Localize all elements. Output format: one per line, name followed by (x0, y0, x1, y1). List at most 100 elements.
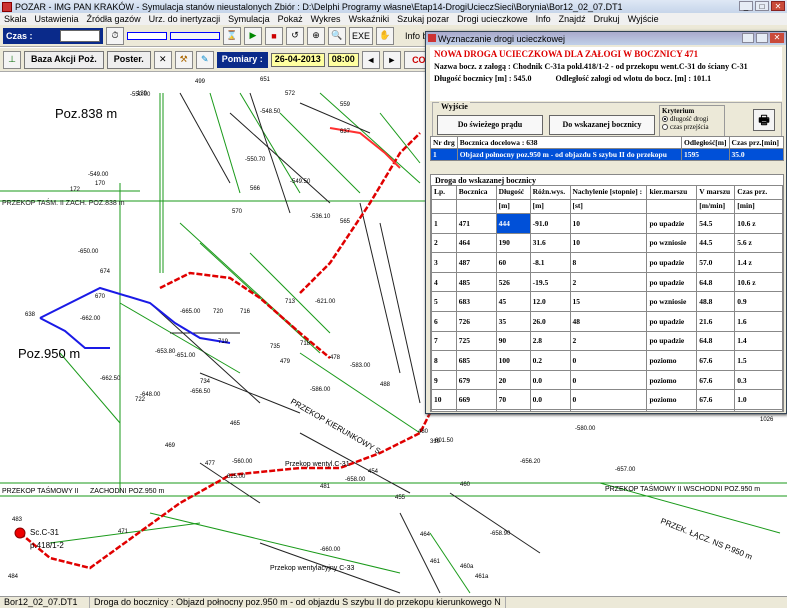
node-number[interactable]: 483 (12, 517, 23, 523)
target-branch-button[interactable]: Do wskazanej bocznicy (549, 115, 655, 135)
pin-icon[interactable]: ⊥ (3, 50, 21, 69)
menu-item-13[interactable]: Wyjście (624, 14, 663, 24)
menu-item-10[interactable]: Info (532, 14, 555, 24)
node-number[interactable]: 454 (368, 469, 379, 475)
node-number[interactable]: 460a (460, 564, 474, 570)
maximize-button[interactable]: □ (755, 1, 769, 11)
detail-row[interactable]: 10 669 70 0.0 0 poziomo 67.6 1.0 (431, 389, 783, 410)
detail-row[interactable]: 8 685 100 0.2 0 poziomo 67.6 1.5 (431, 350, 783, 371)
menu-item-0[interactable]: Skala (0, 14, 31, 24)
node-number[interactable]: 734 (200, 379, 211, 385)
hourglass-icon[interactable]: ⌛ (223, 26, 241, 45)
node-number[interactable]: 170 (95, 181, 106, 187)
dialog-close-button[interactable]: ✕ (770, 33, 784, 43)
fresh-air-button[interactable]: Do świeżego prądu (437, 115, 543, 135)
exe-button[interactable]: EXE (349, 26, 374, 45)
node-number[interactable]: 172 (70, 187, 81, 193)
node-number[interactable]: 1026 (760, 417, 774, 423)
node-number[interactable]: 570 (232, 209, 243, 215)
detail-row[interactable]: 3 487 60 -8.1 8 po upadzie 57.0 1.4 z (431, 252, 783, 273)
node-number[interactable]: 488 (380, 382, 391, 388)
node-number[interactable]: 471 (118, 529, 129, 535)
criterion-length-radio[interactable]: długość drogi (662, 115, 722, 123)
node-number[interactable]: 719 (218, 339, 229, 345)
menu-item-12[interactable]: Drukuj (590, 14, 624, 24)
node-number[interactable]: 461a (475, 574, 489, 580)
detail-row[interactable]: 1 471 444 -91.0 10 po upadzie 54.5 10.6 z (431, 213, 783, 234)
back-arrow-icon[interactable]: ◄ (361, 50, 380, 69)
poster-button[interactable]: Poster. (106, 50, 151, 69)
cross-icon[interactable]: ✕ (153, 50, 172, 69)
time-slider[interactable] (170, 31, 220, 40)
node-number[interactable]: 638 (25, 312, 36, 318)
play-icon[interactable]: ▶ (244, 26, 262, 45)
node-number[interactable]: 713 (285, 299, 296, 305)
dialog-maximize-button[interactable] (756, 33, 768, 43)
node-number[interactable]: 670 (95, 294, 106, 300)
speed-slider[interactable] (127, 31, 167, 40)
menu-item-9[interactable]: Drogi ucieczkowe (453, 14, 532, 24)
detail-row[interactable]: 6 726 35 26.0 48 po upadzie 21.6 1.6 (431, 310, 783, 332)
menu-item-2[interactable]: Źródła gazów (83, 14, 145, 24)
print-button[interactable]: 🖶 (753, 109, 775, 131)
node-number[interactable]: 469 (165, 443, 176, 449)
node-number[interactable]: 464 (420, 532, 431, 538)
menu-item-6[interactable]: Wykres (307, 14, 345, 24)
menu-item-7[interactable]: Wskaźniki (345, 14, 394, 24)
node-number[interactable]: 735 (270, 344, 281, 350)
baza-akcji-button[interactable]: Baza Akcji Poż. (24, 50, 104, 69)
node-number[interactable]: 716 (240, 309, 251, 315)
clock-icon[interactable]: ⏱ (106, 26, 124, 45)
step-icon[interactable]: ⊕ (307, 26, 325, 45)
tools-icon[interactable]: ⚒ (174, 50, 193, 69)
detail-row[interactable]: 7 725 90 2.8 2 po upadzie 64.8 1.4 (431, 330, 783, 352)
criterion-time-radio[interactable]: czas przejścia (662, 123, 722, 131)
node-number[interactable]: 559 (340, 102, 351, 108)
menu-item-5[interactable]: Pokaż (274, 14, 307, 24)
node-number[interactable]: 572 (285, 91, 296, 97)
menu-item-8[interactable]: Szukaj pozar (393, 14, 453, 24)
detail-row[interactable]: 11636150.00poziomo67.60.2 (431, 408, 783, 411)
node-number[interactable]: 566 (250, 186, 261, 192)
stop-icon[interactable]: ■ (265, 26, 283, 45)
detail-row[interactable]: 5 683 45 12.0 15 po wzniosie 48.8 0.9 (431, 291, 783, 312)
node-number[interactable]: 479 (280, 359, 291, 365)
reset-icon[interactable]: ↺ (286, 26, 304, 45)
time-field[interactable]: 08:00 (327, 52, 359, 67)
menu-item-1[interactable]: Ustawienia (31, 14, 83, 24)
node-number[interactable]: 478 (330, 355, 341, 361)
node-number[interactable]: 499 (195, 79, 206, 85)
detail-row[interactable]: 9 679 20 0.0 0 poziomo 67.6 0.3 (431, 369, 783, 391)
node-number[interactable]: 651 (260, 77, 271, 83)
node-number[interactable]: 465 (230, 421, 241, 427)
node-number[interactable]: 565 (340, 219, 351, 225)
search-icon[interactable]: 🔍 (328, 26, 346, 45)
node-number[interactable]: 461 (430, 559, 441, 565)
date-field[interactable]: 26-04-2013 (270, 52, 325, 67)
detail-row[interactable]: 4 485 526 -19.5 2 po upadzie 64.8 10.6 z (431, 271, 783, 293)
node-number[interactable]: 637 (340, 129, 351, 135)
node-number[interactable]: 481 (320, 484, 331, 490)
hand-icon[interactable]: ✋ (376, 26, 395, 45)
menu-item-3[interactable]: Urz. do inertyzacji (145, 14, 225, 24)
node-number[interactable]: 460 (460, 482, 471, 488)
summary-row[interactable]: 1 Objazd połnocny poz.950 m - od objazdu … (430, 148, 785, 161)
summary-cell: Objazd połnocny poz.950 m - od objazdu S… (456, 148, 683, 161)
menu-item-11[interactable]: Znajdź (555, 14, 590, 24)
close-button[interactable]: ✕ (771, 1, 785, 11)
node-number[interactable]: 718 (300, 341, 311, 347)
node-number[interactable]: 674 (100, 269, 111, 275)
node-number[interactable]: 720 (213, 309, 224, 315)
node-number[interactable]: 455 (395, 495, 406, 501)
czas-input[interactable] (60, 29, 100, 42)
forward-arrow-icon[interactable]: ► (382, 50, 401, 69)
detail-row[interactable]: 2 464 190 31.6 10 po wzniosie 44.5 5.6 z (431, 232, 783, 254)
node-number[interactable]: 480 (418, 429, 429, 435)
pencil-icon[interactable]: ✎ (195, 50, 214, 69)
dialog-minimize-button[interactable] (742, 33, 754, 43)
menu-item-4[interactable]: Symulacja (224, 14, 274, 24)
fire-source-marker[interactable] (14, 527, 26, 539)
minimize-button[interactable]: _ (739, 1, 753, 11)
node-number[interactable]: 484 (8, 574, 19, 580)
node-number[interactable]: 477 (205, 461, 216, 467)
